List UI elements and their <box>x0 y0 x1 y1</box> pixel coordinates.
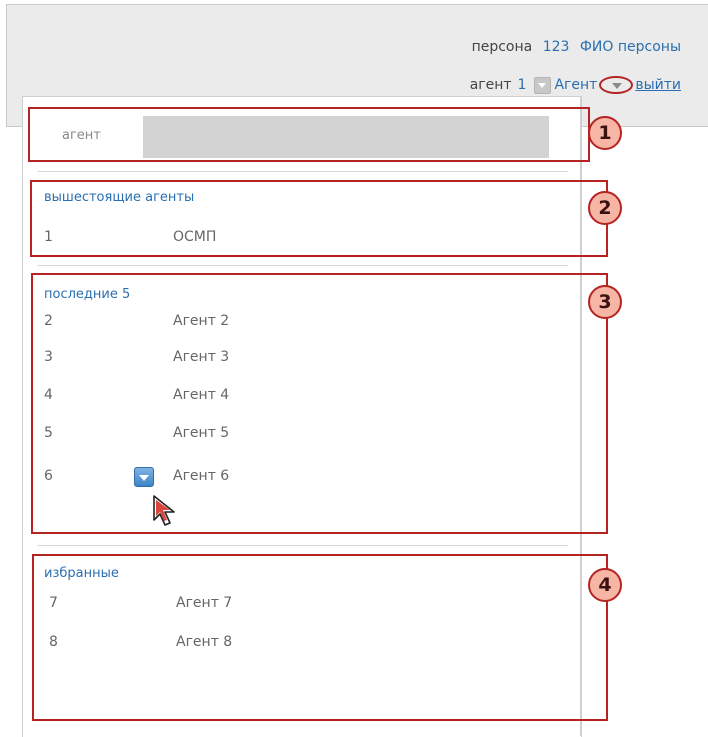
agent-name: Агент 7 <box>176 595 233 611</box>
agent-number: 7 <box>49 595 58 611</box>
agent-name-link[interactable]: Агент <box>554 77 597 93</box>
list-item[interactable]: 4 Агент 4 <box>44 387 544 409</box>
agent-name: Агент 4 <box>173 387 230 403</box>
agent-label: агент <box>469 77 512 93</box>
persona-label: персона <box>471 39 533 55</box>
agent-name: Агент 6 <box>173 468 230 484</box>
favorite-agents-title: избранные <box>44 566 119 581</box>
mouse-cursor-icon <box>153 495 175 526</box>
agent-name: Агент 5 <box>173 425 230 441</box>
callout-badge-4: 4 <box>588 568 622 602</box>
agent-line: агент 1 Агент выйти <box>470 76 681 94</box>
agent-name: Агент 2 <box>173 313 230 329</box>
logout-link[interactable]: выйти <box>635 77 681 93</box>
agent-number: 5 <box>44 425 53 441</box>
callout-badge-1: 1 <box>588 116 622 150</box>
list-item[interactable]: 6 Агент 6 <box>44 468 544 490</box>
list-item[interactable]: 7 Агент 7 <box>44 595 544 617</box>
agent-name: Агент 8 <box>176 634 233 650</box>
list-item[interactable]: 3 Агент 3 <box>44 349 544 371</box>
recent-agents-title: последние 5 <box>44 287 131 302</box>
list-item[interactable]: 5 Агент 5 <box>44 425 544 447</box>
agent-switcher-chevron-down-icon[interactable] <box>599 76 634 94</box>
agent-id[interactable]: 1 <box>518 77 527 93</box>
list-item[interactable]: 8 Агент 8 <box>44 634 544 656</box>
agent-search-input[interactable] <box>143 116 549 158</box>
list-item[interactable]: 1 ОСМП <box>44 229 544 251</box>
agent-number: 8 <box>49 634 58 650</box>
agent-name: Агент 3 <box>173 349 230 365</box>
persona-id[interactable]: 123 <box>543 39 570 55</box>
divider <box>38 545 568 546</box>
list-item[interactable]: 2 Агент 2 <box>44 313 544 335</box>
agent-number: 2 <box>44 313 53 329</box>
agent-number: 4 <box>44 387 53 403</box>
divider <box>38 265 568 266</box>
superior-agents-title: вышестоящие агенты <box>44 190 195 205</box>
agent-menu-chevron-down-icon[interactable] <box>534 76 552 94</box>
agent-number: 3 <box>44 349 53 365</box>
divider <box>38 171 568 172</box>
agent-name: ОСМП <box>173 229 217 245</box>
agent-number: 6 <box>44 468 53 484</box>
callout-badge-2: 2 <box>588 191 622 225</box>
persona-name-link[interactable]: ФИО персоны <box>580 39 681 55</box>
persona-line: персона 123 ФИО персоны <box>472 39 681 55</box>
callout-badge-3: 3 <box>588 285 622 319</box>
agent-number: 1 <box>44 229 53 245</box>
row-menu-chevron-down-icon[interactable] <box>134 467 154 487</box>
agent-search-label: агент <box>62 128 101 143</box>
